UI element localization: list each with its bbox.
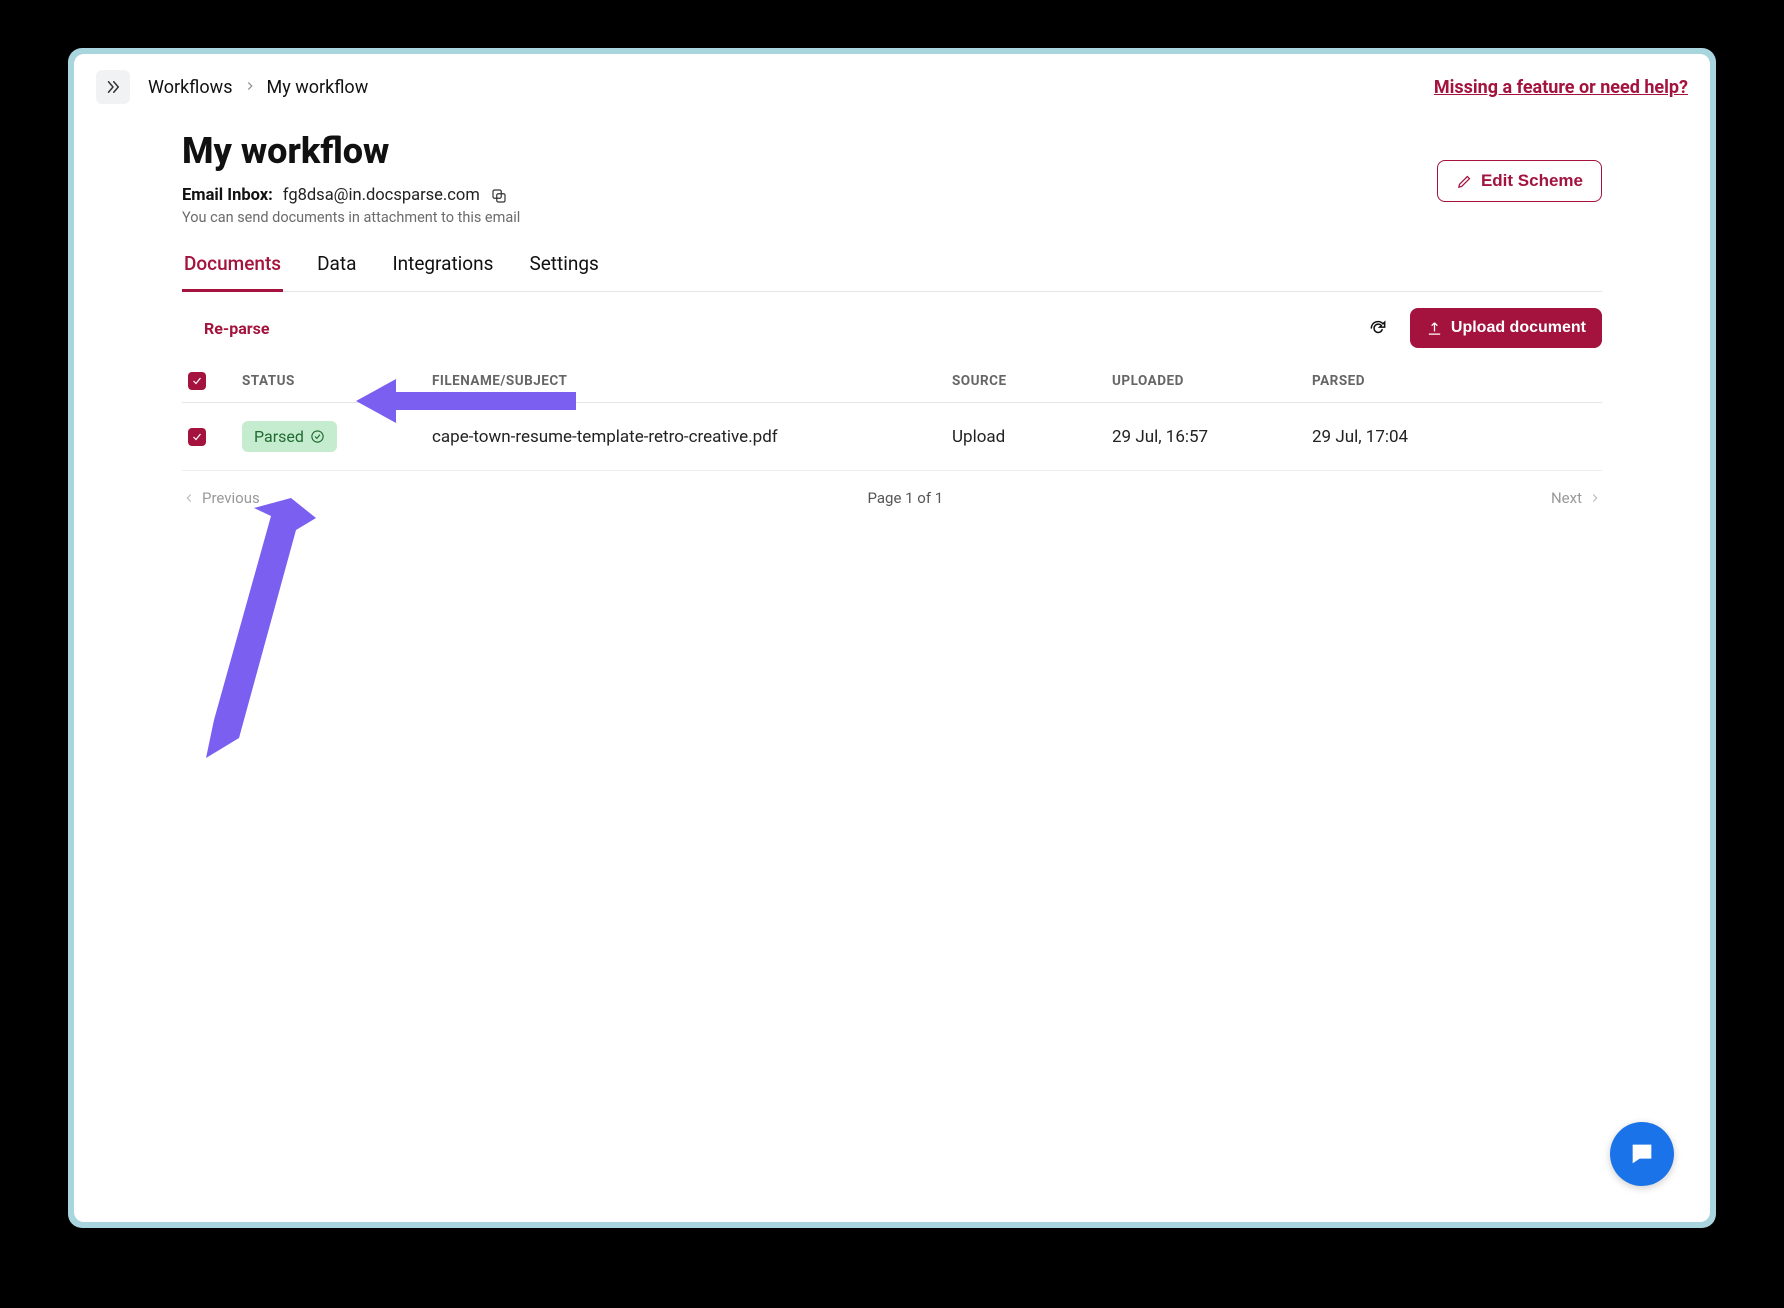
edit-scheme-label: Edit Scheme <box>1481 171 1583 191</box>
edit-scheme-button[interactable]: Edit Scheme <box>1437 160 1602 202</box>
next-button[interactable]: Next <box>1551 489 1602 507</box>
table-row[interactable]: Parsed cape-town-resume-template-retro-c… <box>182 403 1602 471</box>
cell-filename: cape-town-resume-template-retro-creative… <box>432 427 952 447</box>
cell-uploaded: 29 Jul, 16:57 <box>1112 427 1312 447</box>
col-filename: FILENAME/SUBJECT <box>432 373 952 389</box>
tab-data[interactable]: Data <box>315 252 358 291</box>
upload-document-button[interactable]: Upload document <box>1410 308 1602 348</box>
email-inbox-label: Email Inbox: <box>182 186 273 205</box>
check-icon <box>191 431 203 443</box>
chevron-left-icon <box>182 491 196 505</box>
page-title: My workflow <box>182 130 520 172</box>
pencil-icon <box>1456 173 1473 190</box>
row-checkbox[interactable] <box>188 428 206 446</box>
chevrons-right-icon <box>104 78 122 96</box>
refresh-icon[interactable] <box>1368 318 1388 338</box>
chevron-right-icon <box>243 77 257 98</box>
chat-fab[interactable] <box>1610 1122 1674 1186</box>
col-status: STATUS <box>242 373 432 389</box>
previous-button[interactable]: Previous <box>182 489 260 507</box>
copy-icon[interactable] <box>490 187 508 205</box>
reparse-button[interactable]: Re-parse <box>204 319 269 338</box>
page-indicator: Page 1 of 1 <box>868 489 944 507</box>
upload-icon <box>1426 320 1443 337</box>
breadcrumb: Workflows My workflow <box>148 77 368 98</box>
col-source: SOURCE <box>952 373 1112 389</box>
email-inbox-value: fg8dsa@in.docsparse.com <box>283 186 480 205</box>
cell-parsed: 29 Jul, 17:04 <box>1312 427 1512 447</box>
chat-icon <box>1628 1140 1656 1168</box>
tab-documents[interactable]: Documents <box>182 252 283 292</box>
breadcrumb-root[interactable]: Workflows <box>148 77 233 98</box>
select-all-checkbox[interactable] <box>188 372 206 390</box>
col-uploaded: UPLOADED <box>1112 373 1312 389</box>
check-circle-icon <box>310 429 325 444</box>
documents-table: STATUS FILENAME/SUBJECT SOURCE UPLOADED … <box>182 360 1602 471</box>
status-badge: Parsed <box>242 421 337 452</box>
chevron-right-icon <box>1588 491 1602 505</box>
pagination: Previous Page 1 of 1 Next <box>182 471 1602 525</box>
check-icon <box>191 375 203 387</box>
help-link[interactable]: Missing a feature or need help? <box>1434 77 1688 98</box>
status-text: Parsed <box>254 427 304 446</box>
tabs: Documents Data Integrations Settings <box>182 252 1602 292</box>
tab-settings[interactable]: Settings <box>527 252 600 291</box>
upload-button-label: Upload document <box>1451 319 1586 337</box>
tab-integrations[interactable]: Integrations <box>390 252 495 291</box>
annotation-arrow-diagonal <box>206 498 316 758</box>
sidebar-toggle[interactable] <box>96 70 130 104</box>
email-hint: You can send documents in attachment to … <box>182 209 520 226</box>
breadcrumb-current: My workflow <box>267 77 369 98</box>
cell-source: Upload <box>952 427 1112 447</box>
next-label: Next <box>1551 489 1582 507</box>
prev-label: Previous <box>202 489 260 507</box>
col-parsed: PARSED <box>1312 373 1512 389</box>
